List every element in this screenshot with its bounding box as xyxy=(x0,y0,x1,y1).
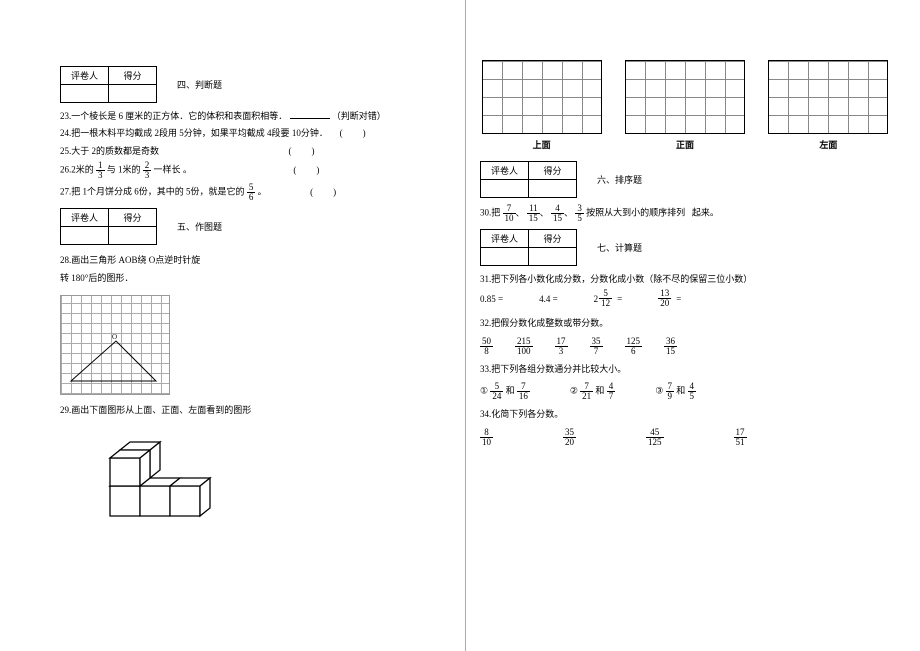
view-grid-front: 正面 xyxy=(623,60,746,151)
fraction: 721 xyxy=(580,382,593,401)
fraction: 1751 xyxy=(734,428,747,447)
cube-stack-figure xyxy=(90,426,210,536)
question-27: 27.把 1个月饼分成 6份，其中的 5份，就是它的 56 。 xyxy=(60,183,440,202)
view-grid-left: 左面 xyxy=(767,60,890,151)
fraction: 173 xyxy=(555,337,568,356)
fraction: 810 xyxy=(480,428,493,447)
question-23: 23.一个棱长是 6 厘米的正方体．它的体积和表面积相等． （判断对错） xyxy=(60,109,440,123)
worksheet-page: 评卷人 得分 四、判断题 23.一个棱长是 6 厘米的正方体．它的体积和表面积相… xyxy=(0,0,920,564)
fraction: 710 xyxy=(503,204,516,223)
fraction: 3615 xyxy=(664,337,677,356)
score-table: 评卷人 得分 xyxy=(60,66,157,103)
scorer-blank xyxy=(61,85,109,103)
fraction: 79 xyxy=(666,382,675,401)
section-4-title: 四、判断题 xyxy=(177,78,222,91)
score-table: 评卷人得分 xyxy=(480,229,577,266)
question-34: 34.化简下列各分数。 xyxy=(480,407,890,421)
fraction: 357 xyxy=(590,337,603,356)
right-column: 上面 正面 左面 评卷人得分 六、排序题 30.把 710、 1115、 415… xyxy=(480,60,890,544)
fraction: 47 xyxy=(607,382,616,401)
score-table: 评卷人得分 xyxy=(480,161,577,198)
paren-blank xyxy=(305,185,341,199)
view-grid-top: 上面 xyxy=(480,60,603,151)
score-row-5: 评卷人得分 五、作图题 xyxy=(60,208,440,245)
view-grids: 上面 正面 左面 xyxy=(480,60,890,151)
fraction: 35 xyxy=(575,204,584,223)
score-blank xyxy=(109,85,157,103)
left-column: 评卷人 得分 四、判断题 23.一个棱长是 6 厘米的正方体．它的体积和表面积相… xyxy=(60,60,440,544)
fraction: 45125 xyxy=(646,428,664,447)
score-label: 得分 xyxy=(109,67,157,85)
score-row-4: 评卷人 得分 四、判断题 xyxy=(60,66,440,103)
question-26: 26.2米的 13 与 1米的 23 一样长 。 xyxy=(60,161,440,180)
fraction: 215100 xyxy=(515,337,533,356)
fraction: 1256 xyxy=(625,337,643,356)
paren-blank xyxy=(288,163,324,177)
blank-line xyxy=(290,109,330,119)
fraction-group: ③ 79 和 45 xyxy=(655,382,696,401)
fraction: 1115 xyxy=(527,204,540,223)
fraction: 716 xyxy=(517,382,530,401)
section-6-title: 六、排序题 xyxy=(597,173,642,186)
fraction: 3520 xyxy=(563,428,576,447)
question-29: 29.画出下面图形从上面、正面、左面看到的图形 xyxy=(60,403,440,417)
paren-blank xyxy=(284,144,320,158)
section-7-title: 七、计算题 xyxy=(597,241,642,254)
question-32-fractions: 508 215100 173 357 1256 3615 xyxy=(480,337,890,356)
question-28: 28.画出三角形 AOB绕 O点逆时针旋 转 180°后的图形． xyxy=(60,251,440,287)
fraction-group: ② 721 和 47 xyxy=(570,382,615,401)
question-34-fractions: 810 3520 45125 1751 xyxy=(480,428,890,447)
score-row-7: 评卷人得分 七、计算题 xyxy=(480,229,890,266)
question-30: 30.把 710、 1115、 415、 35 按照从大到小的顺序排列 起来。 xyxy=(480,204,890,223)
question-33-groups: ① 524 和 716 ② 721 和 47 ③ 79 和 45 xyxy=(480,382,890,401)
fraction-item: 1320 = xyxy=(658,289,681,308)
fraction-group: ① 524 和 716 xyxy=(480,382,530,401)
triangle-grid-figure: O xyxy=(60,295,170,395)
question-33: 33.把下列各组分数通分并比较大小。 xyxy=(480,362,890,376)
question-24: 24.把一根木料平均截成 2段用 5分钟，如果平均截成 4段要 10分钟． xyxy=(60,126,440,140)
svg-text:O: O xyxy=(112,333,117,341)
mixed-fraction: 2 512 = xyxy=(594,289,623,308)
question-25: 25.大于 2的质数都是奇数 xyxy=(60,144,440,158)
question-31: 31.把下列各小数化成分数，分数化成小数（除不尽的保留三位小数） xyxy=(480,272,890,286)
fraction: 415 xyxy=(551,204,564,223)
score-table: 评卷人得分 xyxy=(60,208,157,245)
fraction: 524 xyxy=(490,382,503,401)
fraction: 508 xyxy=(480,337,493,356)
question-31-items: 0.85 = 4.4 = 2 512 = 1320 = xyxy=(480,289,890,308)
section-5-title: 五、作图题 xyxy=(177,220,222,233)
page-divider xyxy=(465,0,466,651)
paren-blank xyxy=(335,126,371,140)
score-row-6: 评卷人得分 六、排序题 xyxy=(480,161,890,198)
scorer-label: 评卷人 xyxy=(61,67,109,85)
fraction: 45 xyxy=(688,382,697,401)
question-32: 32.把假分数化成整数或带分数。 xyxy=(480,316,890,330)
